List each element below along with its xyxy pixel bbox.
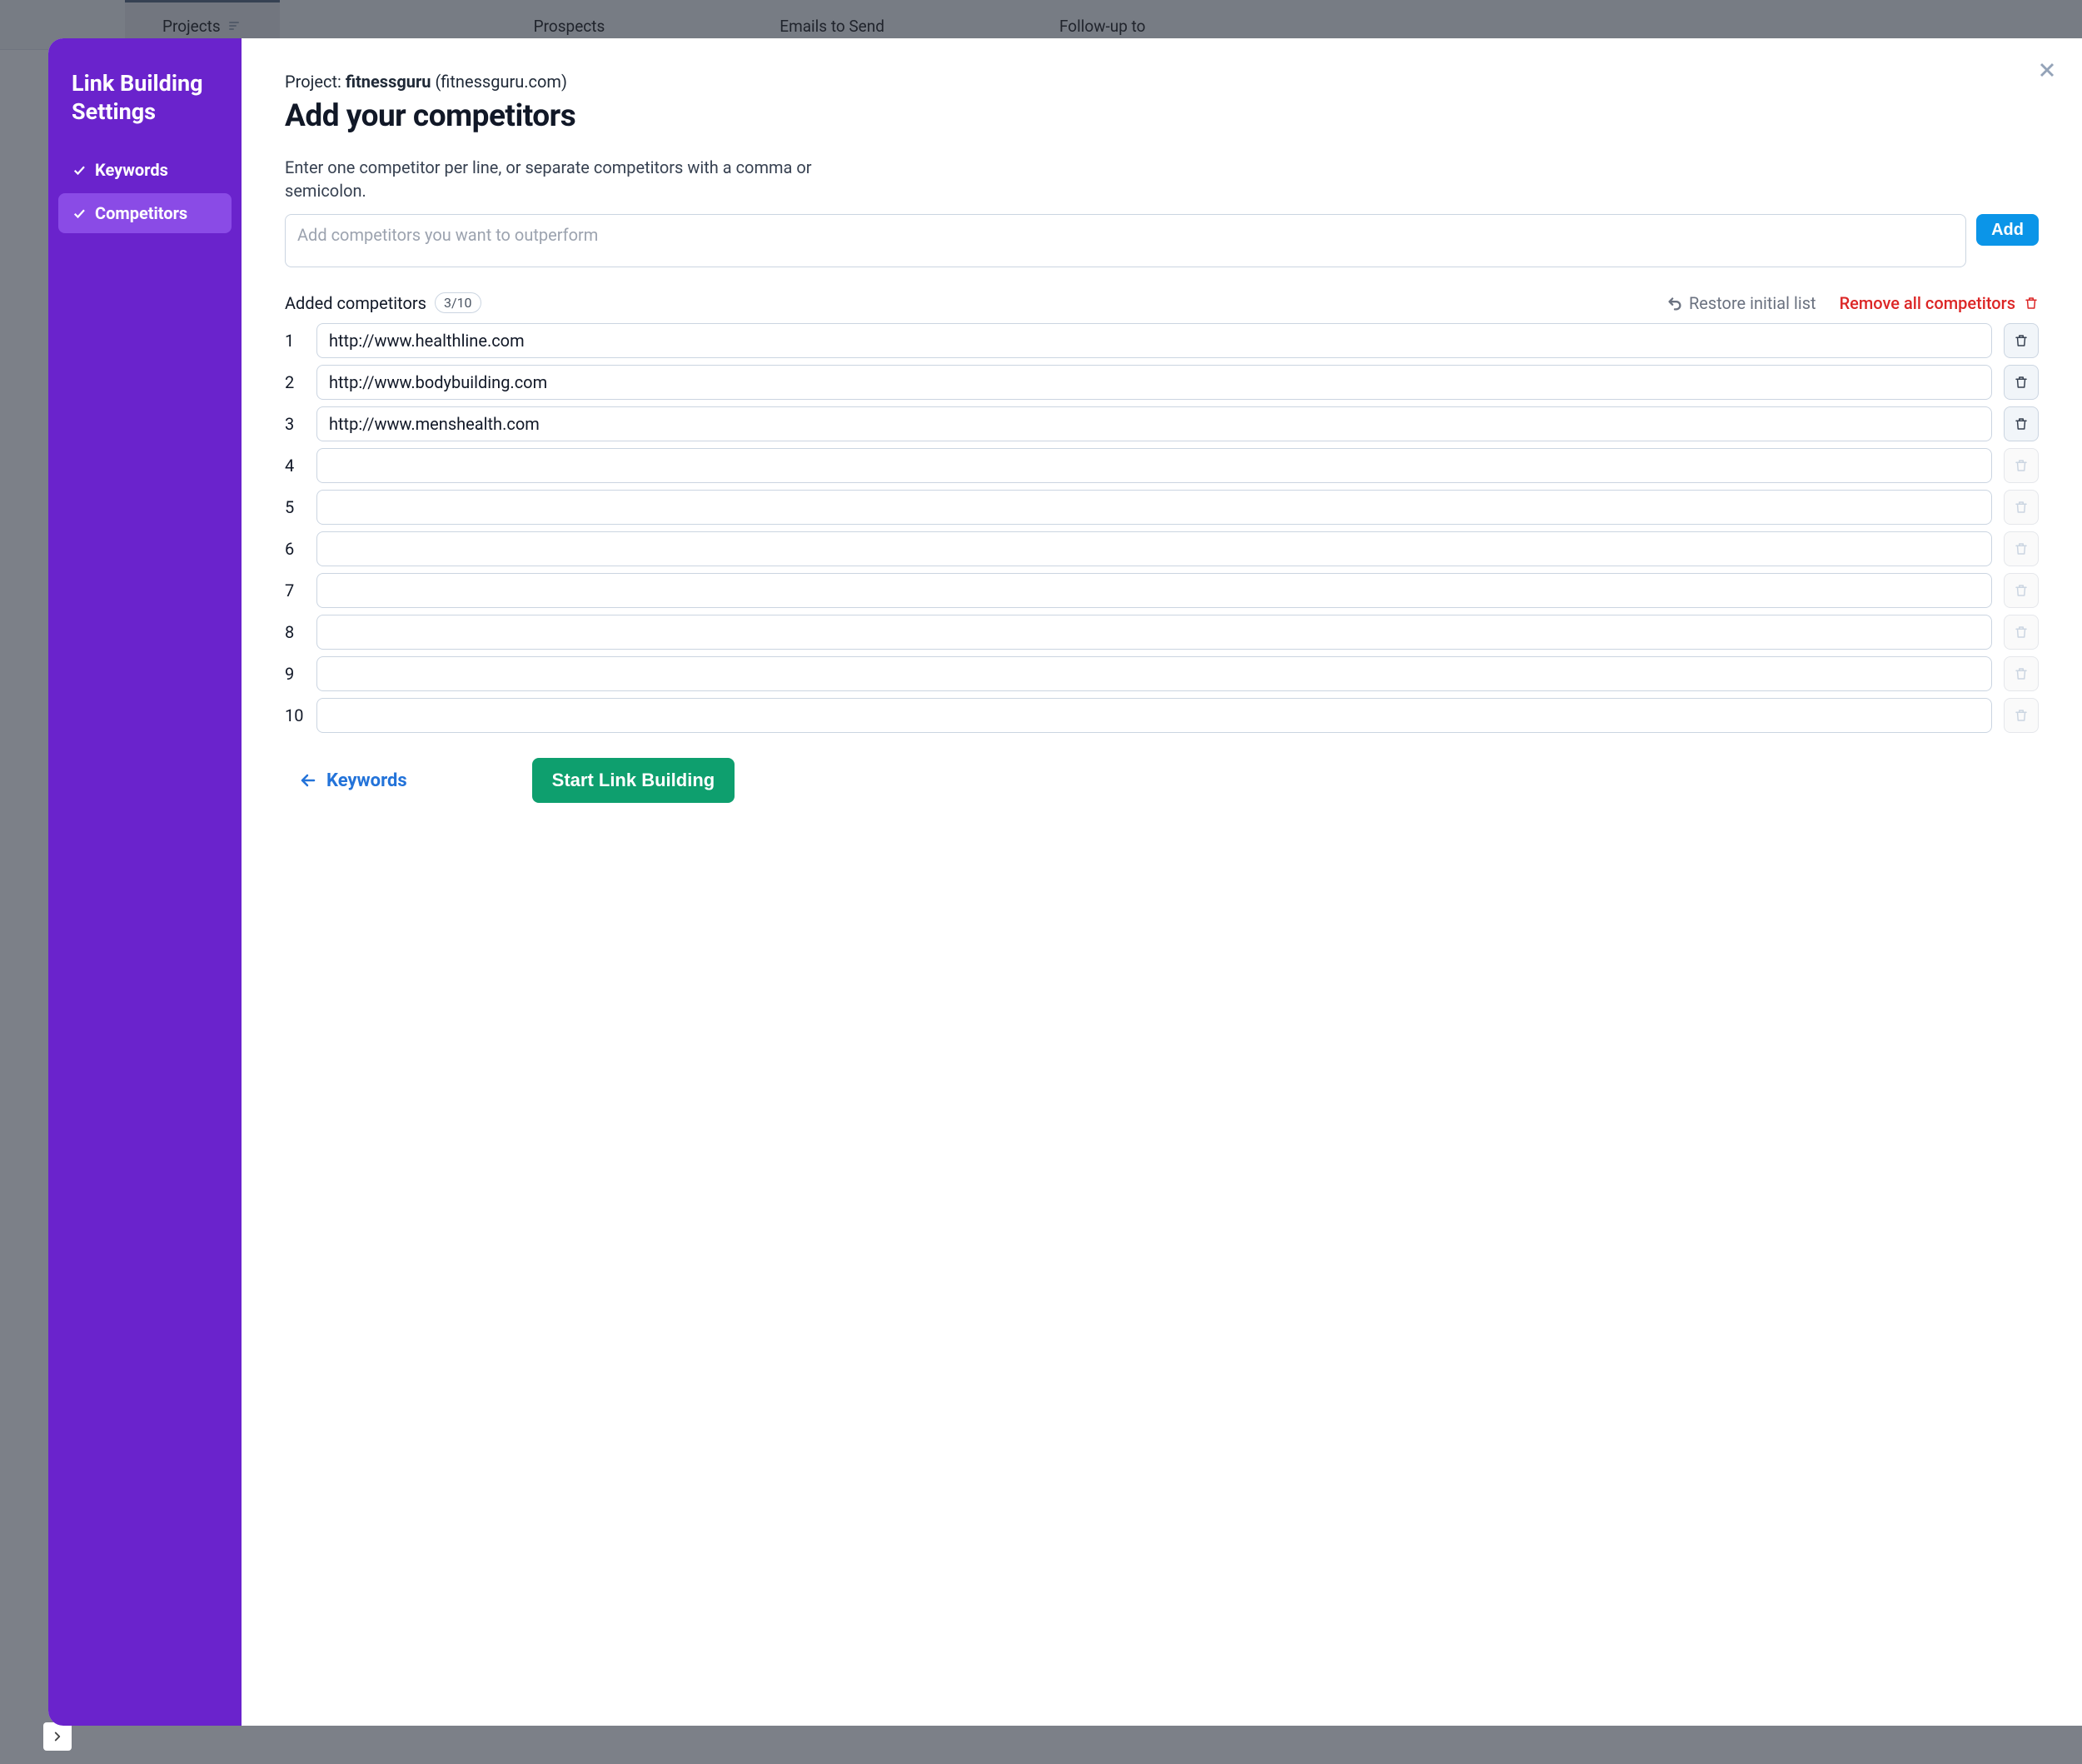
competitor-row: 8 bbox=[285, 615, 2039, 650]
competitor-input[interactable] bbox=[316, 573, 1992, 608]
remove-all-label: Remove all competitors bbox=[1840, 293, 2015, 313]
trash-icon bbox=[2024, 295, 2039, 311]
arrow-left-icon bbox=[298, 770, 318, 790]
sidebar-title-line2: Settings bbox=[72, 98, 218, 127]
list-header: Added competitors 3/10 Restore initial l… bbox=[285, 292, 2039, 313]
remove-all-competitors[interactable]: Remove all competitors bbox=[1840, 293, 2039, 313]
step-label: Keywords bbox=[95, 160, 168, 180]
project-label: Project: bbox=[285, 72, 346, 92]
row-number: 5 bbox=[285, 497, 305, 517]
row-number: 7 bbox=[285, 581, 305, 600]
modal-main: Project: fitnessguru (fitnessguru.com) A… bbox=[242, 38, 2082, 1726]
row-number: 4 bbox=[285, 456, 305, 476]
trash-icon bbox=[2014, 541, 2029, 557]
step-label: Competitors bbox=[95, 203, 187, 223]
add-button[interactable]: Add bbox=[1976, 214, 2039, 246]
back-label: Keywords bbox=[326, 770, 407, 791]
competitor-input[interactable] bbox=[316, 531, 1992, 566]
start-link-building-button[interactable]: Start Link Building bbox=[532, 758, 735, 803]
step-keywords[interactable]: Keywords bbox=[58, 150, 232, 190]
delete-row-button bbox=[2004, 698, 2039, 733]
delete-row-button bbox=[2004, 615, 2039, 650]
competitor-input[interactable] bbox=[316, 490, 1992, 525]
trash-icon bbox=[2014, 499, 2029, 516]
row-number: 2 bbox=[285, 372, 305, 392]
check-icon bbox=[72, 206, 87, 221]
competitor-input[interactable] bbox=[316, 448, 1992, 483]
competitor-input[interactable] bbox=[316, 406, 1992, 441]
competitor-input[interactable] bbox=[316, 615, 1992, 650]
delete-row-button[interactable] bbox=[2004, 406, 2039, 441]
trash-icon bbox=[2014, 624, 2029, 640]
delete-row-button[interactable] bbox=[2004, 323, 2039, 358]
restore-label: Restore initial list bbox=[1689, 293, 1816, 313]
delete-row-button bbox=[2004, 531, 2039, 566]
trash-icon bbox=[2014, 332, 2029, 349]
row-number: 8 bbox=[285, 622, 305, 642]
competitor-row: 2 bbox=[285, 365, 2039, 400]
delete-row-button[interactable] bbox=[2004, 365, 2039, 400]
competitor-rows: 1 2 3 4 5 6 7 8 9 10 bbox=[285, 323, 2039, 733]
undo-icon bbox=[1666, 294, 1684, 312]
settings-modal: Link Building Settings Keywords Competit… bbox=[48, 38, 2082, 1726]
modal-sidebar: Link Building Settings Keywords Competit… bbox=[48, 38, 242, 1726]
project-domain: (fitnessguru.com) bbox=[431, 72, 567, 92]
chevron-right-icon bbox=[50, 1729, 65, 1744]
count-pill: 3/10 bbox=[435, 292, 481, 313]
competitor-row: 3 bbox=[285, 406, 2039, 441]
added-label: Added competitors bbox=[285, 293, 426, 313]
competitor-input[interactable] bbox=[316, 365, 1992, 400]
modal-footer: Keywords Start Link Building bbox=[285, 758, 2039, 803]
close-icon bbox=[2035, 58, 2059, 82]
delete-row-button bbox=[2004, 573, 2039, 608]
delete-row-button bbox=[2004, 490, 2039, 525]
page-title: Add your competitors bbox=[285, 98, 2039, 134]
restore-initial-list[interactable]: Restore initial list bbox=[1666, 293, 1816, 313]
check-icon bbox=[72, 162, 87, 177]
project-name: fitnessguru bbox=[346, 72, 431, 92]
expand-sidebar-button[interactable] bbox=[43, 1722, 72, 1751]
trash-icon bbox=[2014, 707, 2029, 724]
sidebar-title: Link Building Settings bbox=[58, 70, 232, 150]
competitor-row: 6 bbox=[285, 531, 2039, 566]
trash-icon bbox=[2014, 457, 2029, 474]
competitor-row: 5 bbox=[285, 490, 2039, 525]
description: Enter one competitor per line, or separa… bbox=[285, 156, 818, 202]
competitor-row: 1 bbox=[285, 323, 2039, 358]
step-competitors[interactable]: Competitors bbox=[58, 193, 232, 233]
competitor-input[interactable] bbox=[316, 656, 1992, 691]
add-row: Add bbox=[285, 214, 2039, 267]
trash-icon bbox=[2014, 416, 2029, 432]
competitor-row: 7 bbox=[285, 573, 2039, 608]
row-number: 9 bbox=[285, 664, 305, 684]
competitor-row: 10 bbox=[285, 698, 2039, 733]
trash-icon bbox=[2014, 374, 2029, 391]
project-line: Project: fitnessguru (fitnessguru.com) bbox=[285, 72, 2039, 92]
competitor-textarea[interactable] bbox=[285, 214, 1966, 267]
trash-icon bbox=[2014, 665, 2029, 682]
row-number: 1 bbox=[285, 331, 305, 351]
delete-row-button bbox=[2004, 656, 2039, 691]
competitor-input[interactable] bbox=[316, 698, 1992, 733]
row-number: 6 bbox=[285, 539, 305, 559]
row-number: 10 bbox=[285, 705, 305, 725]
competitor-input[interactable] bbox=[316, 323, 1992, 358]
row-number: 3 bbox=[285, 414, 305, 434]
delete-row-button bbox=[2004, 448, 2039, 483]
sidebar-title-line1: Link Building bbox=[72, 70, 218, 98]
trash-icon bbox=[2014, 582, 2029, 599]
competitor-row: 9 bbox=[285, 656, 2039, 691]
back-to-keywords[interactable]: Keywords bbox=[298, 770, 407, 791]
close-button[interactable] bbox=[2030, 53, 2064, 87]
competitor-row: 4 bbox=[285, 448, 2039, 483]
